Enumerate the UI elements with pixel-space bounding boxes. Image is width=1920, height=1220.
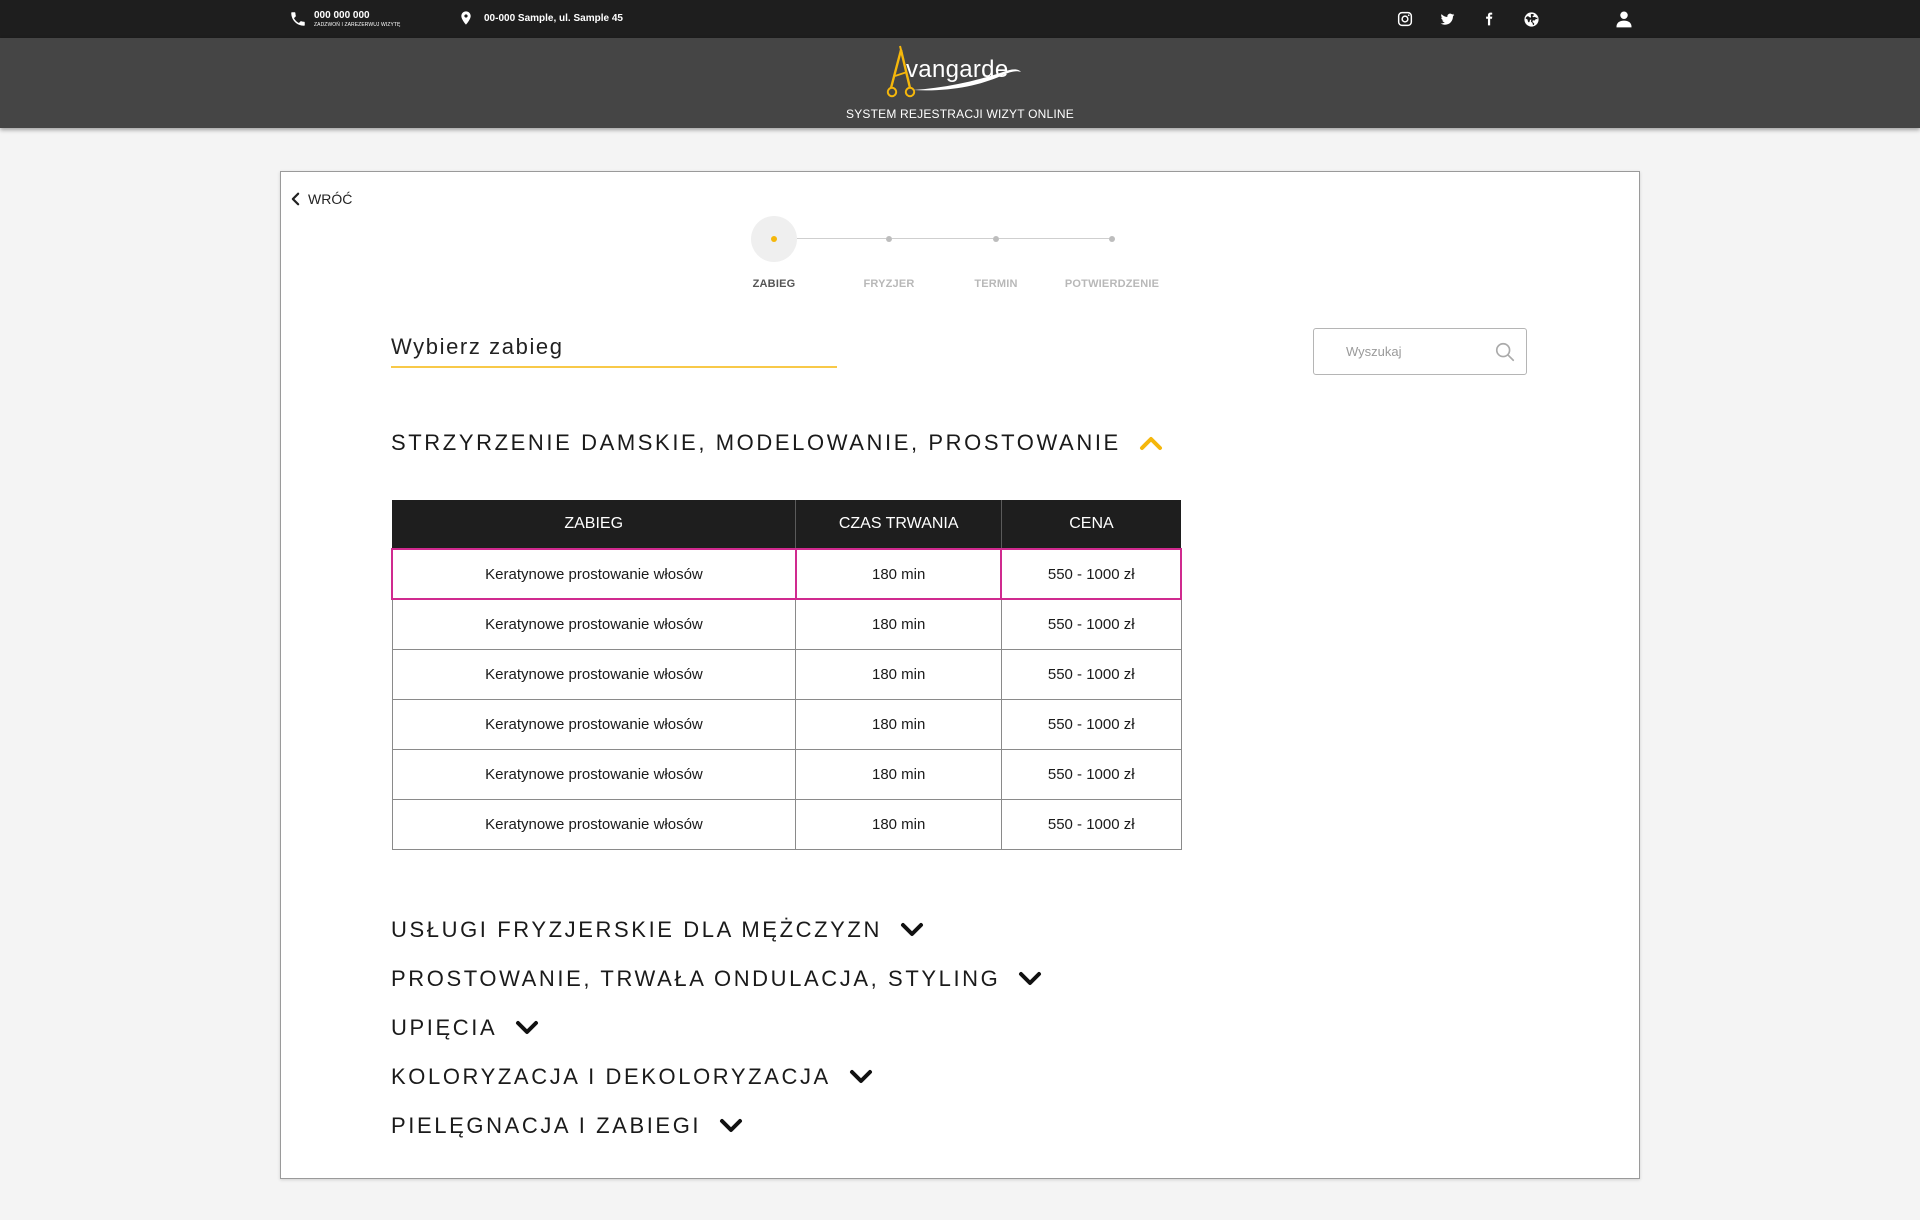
chevron-down-icon [1019,972,1042,985]
step-potwierdzenie-dot[interactable] [1109,236,1115,242]
phone-number: 000 000 000 [314,10,370,21]
service-name: Keratynowe prostowanie włosów [391,648,797,700]
service-name: Keratynowe prostowanie włosów [391,598,797,650]
header-subtitle: SYSTEM REJESTRACJI WIZYT ONLINE [845,107,1074,121]
globe-icon [1523,11,1539,27]
category-name: UPIĘCIA [391,1015,498,1040]
step-termin-dot[interactable] [993,236,999,242]
table-header-row: ZABIEG CZAS TRWANIA CENA [392,500,1181,549]
category-header-prostowanie[interactable]: PROSTOWANIE, TRWAŁA ONDULACJA, STYLING [391,966,1042,992]
table-row[interactable]: Keratynowe prostowanie włosów 180 min 55… [391,648,1182,700]
address-text: 00-000 Sample, ul. Sample 45 [484,12,623,24]
site-header: vangarde SYSTEM REJESTRACJI WIZYT ONLINE [0,38,1920,128]
service-name: Keratynowe prostowanie włosów [391,548,797,600]
instagram-link[interactable] [1395,9,1415,29]
user-icon[interactable] [1614,9,1634,29]
phone-contact[interactable]: 000 000 000 ZADZWOŃ I ZAREZERWUJ WIZYTĘ [289,10,401,29]
table-row[interactable]: Keratynowe prostowanie włosów 180 min 55… [391,598,1182,650]
step-fryzjer-dot[interactable] [886,236,892,242]
category-header-meskie[interactable]: USŁUGI FRYZJERSKIE DLA MĘŻCZYZN [391,917,924,943]
service-duration: 180 min [795,648,1002,700]
social-links [1395,9,1563,29]
table-row[interactable]: Keratynowe prostowanie włosów 180 min 55… [391,798,1182,850]
service-name: Keratynowe prostowanie włosów [391,748,797,800]
table-row[interactable]: Keratynowe prostowanie włosów 180 min 55… [391,698,1182,750]
search-icon[interactable] [1494,341,1516,363]
booking-card: WRÓĆ ZABIEG FRYZJER TERMIN POTWIERDZENIE… [280,171,1640,1179]
service-price: 550 - 1000 zł [1000,748,1182,800]
twitter-link[interactable] [1437,9,1457,29]
search-box[interactable] [1313,328,1527,375]
service-duration: 180 min [794,548,1003,600]
facebook-link[interactable] [1479,9,1499,29]
location-pin-icon [461,11,471,25]
chevron-down-icon [720,1119,743,1132]
category-name: PIELĘGNACJA I ZABIEGI [391,1113,702,1138]
step-label-potwierdzenie: POTWIERDZENIE [1064,278,1160,290]
service-name: Keratynowe prostowanie włosów [391,698,797,750]
chevron-down-icon [900,923,923,936]
category-name: STRZYRZENIE DAMSKIE, MODELOWANIE, PROSTO… [391,430,1121,455]
category-header-pielegnacja[interactable]: PIELĘGNACJA I ZABIEGI [391,1113,743,1139]
service-duration: 180 min [795,748,1002,800]
stepper-line [999,238,1109,239]
facebook-icon [1486,12,1493,26]
service-duration: 180 min [795,798,1002,850]
back-button[interactable]: WRÓĆ [291,191,352,207]
service-duration: 180 min [795,598,1002,650]
table-row[interactable]: Keratynowe prostowanie włosów 180 min 55… [391,548,1182,600]
phone-caption: ZADZWOŃ I ZAREZERWUJ WIZYTĘ [314,22,401,28]
service-name: Keratynowe prostowanie włosów [391,798,797,850]
phone-icon [291,12,305,26]
step-zabieg-dot [771,236,777,242]
column-header-cena: CENA [1001,500,1181,549]
category-header-koloryzacja[interactable]: KOLORYZACJA I DEKOLORYZACJA [391,1064,873,1090]
instagram-icon [1397,11,1413,27]
service-price: 550 - 1000 zł [1000,698,1182,750]
chevron-down-icon [516,1021,539,1034]
category-name: PROSTOWANIE, TRWAŁA ONDULACJA, STYLING [391,966,1001,991]
booking-stepper: ZABIEG FRYZJER TERMIN POTWIERDZENIE [751,216,1171,296]
top-bar: 000 000 000 ZADZWOŃ I ZAREZERWUJ WIZYTĘ … [0,0,1920,38]
stepper-line [797,238,886,239]
step-label-zabieg: ZABIEG [752,278,796,290]
chevron-down-icon [849,1070,872,1083]
stepper-line [892,238,993,239]
chevron-up-icon [1139,437,1162,450]
step-label-termin: TERMIN [974,278,1018,290]
category-name: USŁUGI FRYZJERSKIE DLA MĘŻCZYZN [391,917,882,942]
chevron-left-icon [291,192,300,206]
category-header-upiecia[interactable]: UPIĘCIA [391,1015,539,1041]
search-input[interactable] [1346,344,1496,359]
services-table: ZABIEG CZAS TRWANIA CENA Keratynowe pros… [391,500,1182,850]
service-duration: 180 min [795,698,1002,750]
logo-text: vangarde [906,56,1009,83]
twitter-icon [1440,13,1454,25]
website-link[interactable] [1521,9,1541,29]
column-header-czas: CZAS TRWANIA [795,500,1002,549]
service-price: 550 - 1000 zł [1000,598,1182,650]
title-underline [391,366,837,368]
category-header-strzyzenie[interactable]: STRZYRZENIE DAMSKIE, MODELOWANIE, PROSTO… [391,430,1163,456]
page-title: Wybierz zabieg [391,334,564,359]
service-price: 550 - 1000 zł [1000,798,1182,850]
address: 00-000 Sample, ul. Sample 45 [458,9,623,27]
category-name: KOLORYZACJA I DEKOLORYZACJA [391,1064,831,1089]
service-price: 550 - 1000 zł [1000,648,1182,700]
step-label-fryzjer: FRYZJER [863,278,915,290]
table-row[interactable]: Keratynowe prostowanie włosów 180 min 55… [391,748,1182,800]
service-price: 550 - 1000 zł [1000,548,1182,600]
back-label: WRÓĆ [308,191,353,207]
column-header-zabieg: ZABIEG [392,500,797,549]
